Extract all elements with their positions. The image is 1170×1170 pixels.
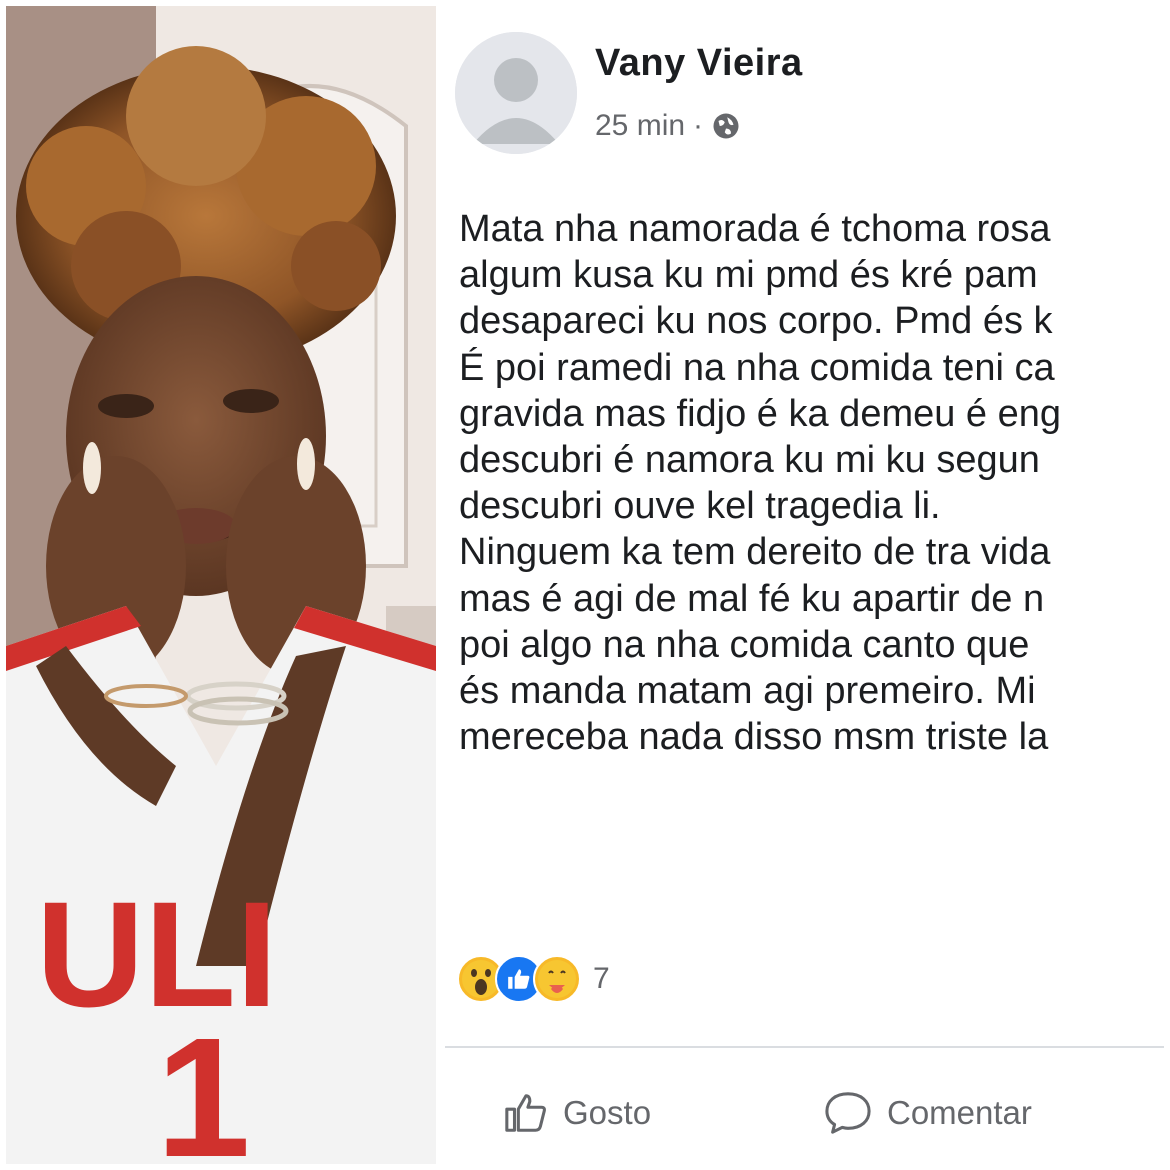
like-button[interactable]: Gosto [503, 1078, 651, 1148]
post-text-line: algum kusa ku mi pmd és kré pam [459, 254, 1038, 297]
like-label: Gosto [563, 1094, 652, 1131]
post-text-line: poi algo na nha comida canto que [459, 623, 1030, 666]
jersey-number: 1 [156, 1003, 251, 1164]
comment-label: Comentar [887, 1094, 1032, 1131]
comment-bubble-icon [823, 1090, 873, 1136]
reaction-count: 7 [593, 962, 610, 995]
facebook-post: Vany Vieira 25 min · Mata nha namorada é… [445, 6, 1164, 1164]
care-icon [533, 955, 581, 1003]
post-text-line: descubri é namora ku mi ku segun [459, 439, 1040, 482]
post-text-line: Mata nha namorada é tchoma rosa [459, 208, 1051, 250]
globe-icon [711, 111, 741, 141]
post-text-line: desapareci ku nos corpo. Pmd és k [459, 300, 1053, 343]
reactions-summary[interactable]: 7 [457, 955, 610, 1003]
person-photo: ULI 1 [6, 6, 436, 1164]
divider [445, 1046, 1164, 1048]
thumbs-up-icon [503, 1090, 549, 1136]
post-text: Mata nha namorada é tchoma rosa algum ku… [459, 206, 1164, 760]
avatar[interactable] [455, 32, 577, 154]
comment-button[interactable]: Comentar [823, 1078, 1032, 1148]
author-name[interactable]: Vany Vieira [595, 42, 803, 85]
post-text-line: és manda matam agi premeiro. Mi [459, 670, 1036, 713]
post-action-bar: Gosto Comentar [445, 1078, 1164, 1148]
post-text-line: descubri ouve kel tragedia li. [459, 485, 941, 528]
post-text-line: gravida mas fidjo é ka demeu é eng [459, 392, 1062, 435]
post-text-line: mereceba nada disso msm triste la [459, 716, 1049, 759]
post-meta: 25 min · [595, 106, 741, 146]
post-timestamp[interactable]: 25 min [595, 109, 685, 143]
post-text-line: Ninguem ka tem dereito de tra vida [459, 531, 1051, 574]
post-text-line: É poi ramedi na nha comida teni ca [459, 346, 1055, 389]
default-avatar-icon [455, 32, 577, 154]
post-text-line: mas é agi de mal fé ku apartir de n [459, 577, 1045, 620]
meta-separator: · [693, 109, 704, 142]
